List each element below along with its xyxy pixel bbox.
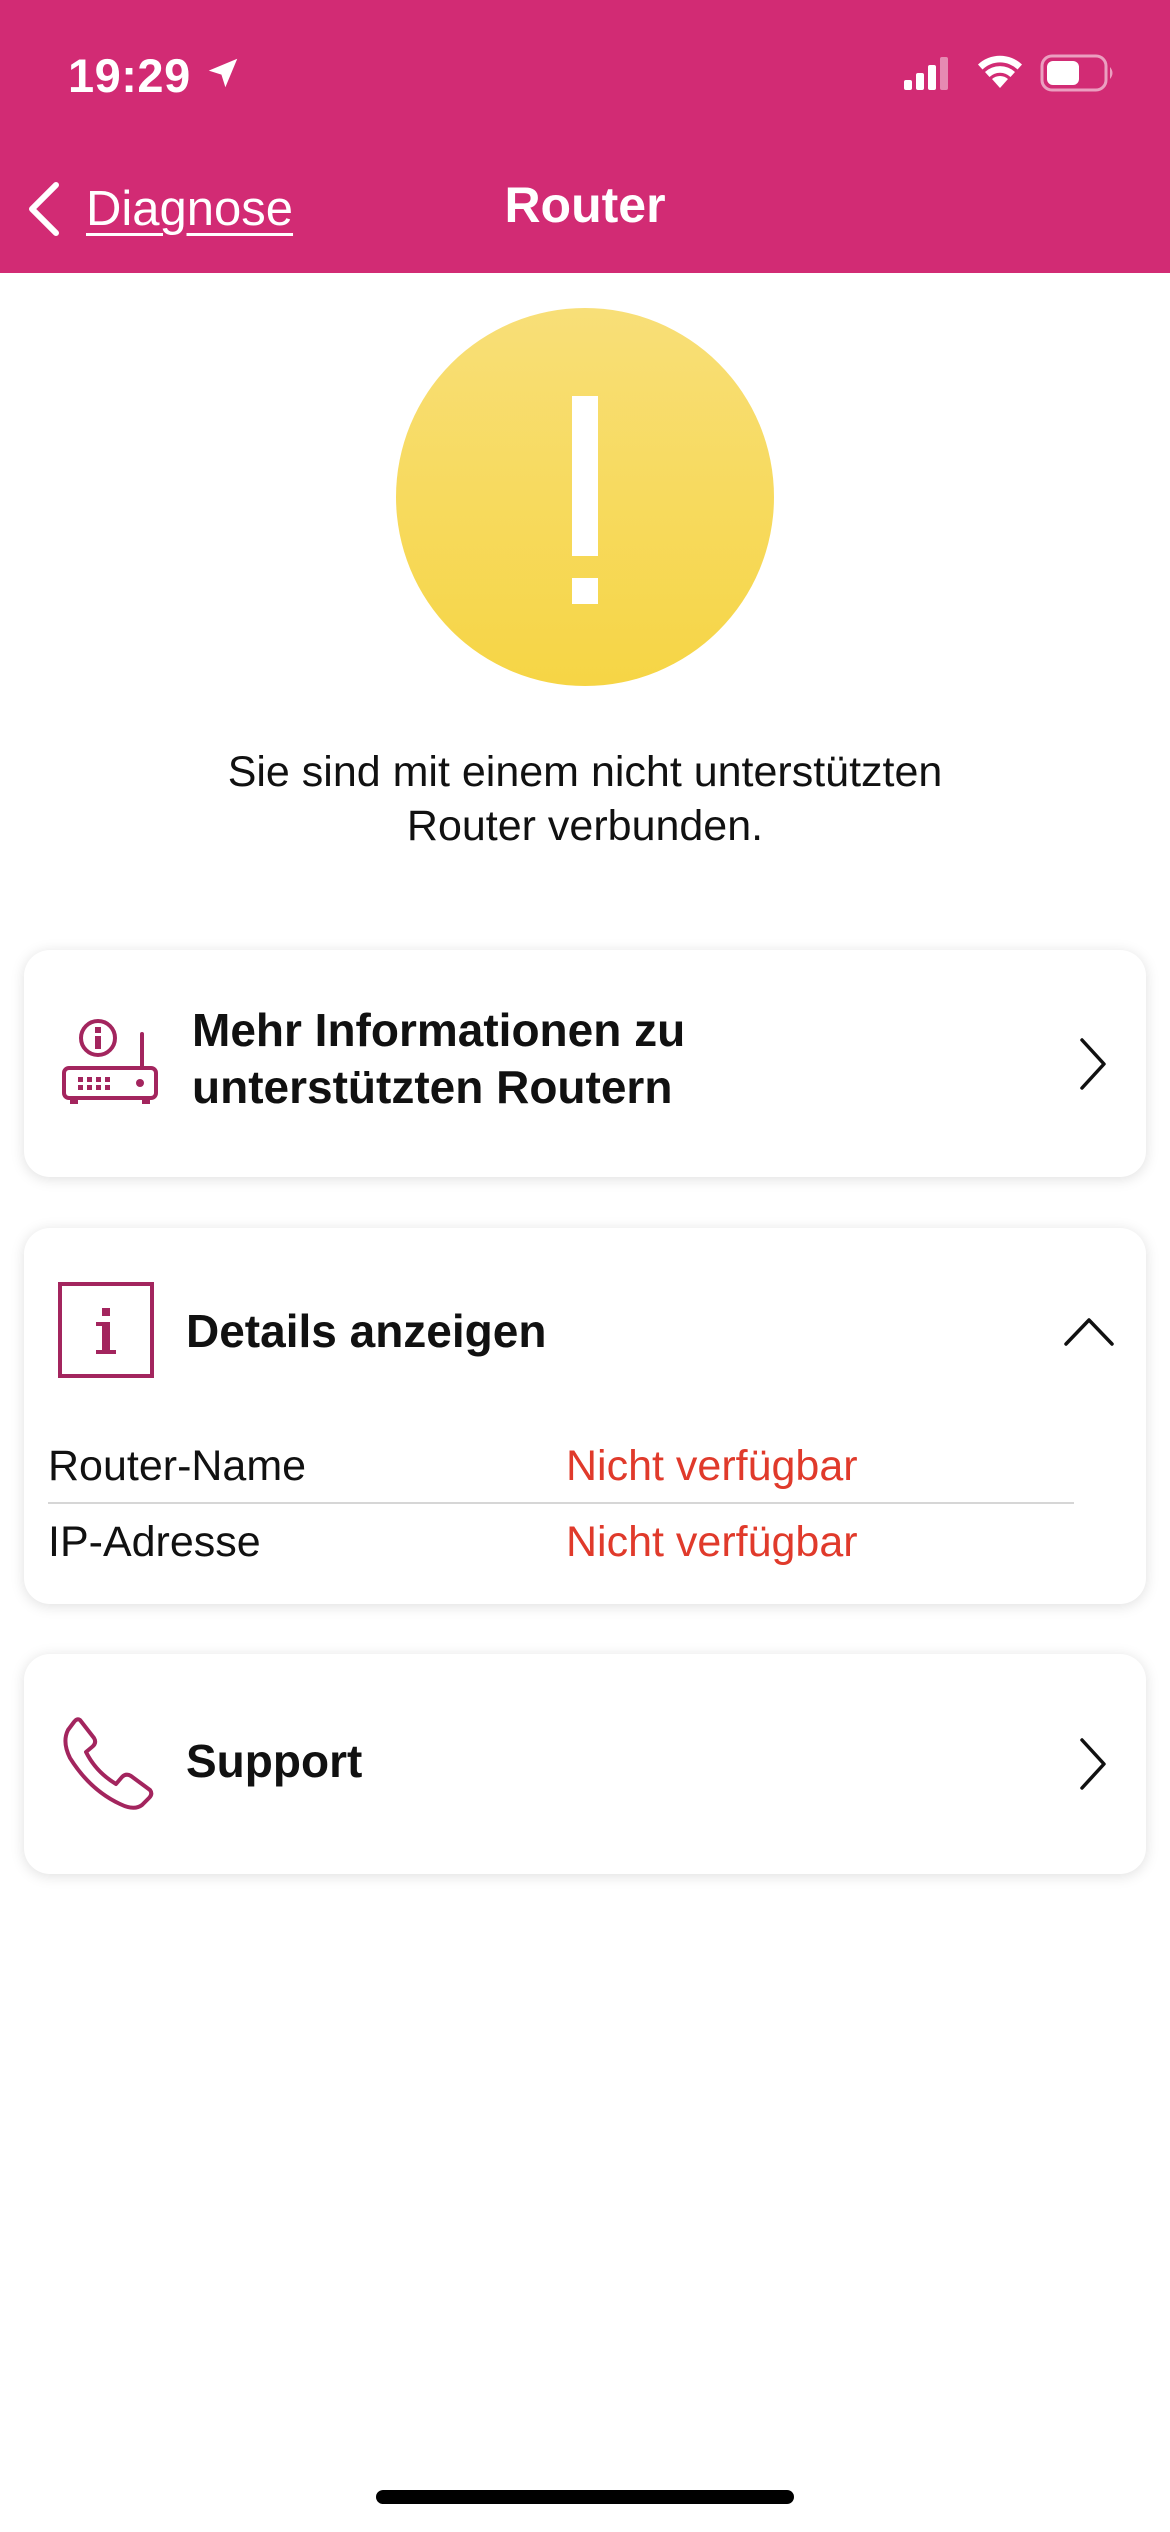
supported-routers-info-card[interactable]: Mehr Informationen zu unterstützten Rout… — [24, 950, 1146, 1177]
home-indicator[interactable] — [376, 2490, 794, 2504]
warning-badge — [396, 308, 774, 686]
status-message-line: Sie sind mit einem nicht unterstützten — [227, 748, 943, 796]
status-message-line: Router verbunden. — [406, 802, 764, 850]
chevron-up-icon — [1064, 1318, 1114, 1346]
chevron-right-icon — [1080, 1738, 1106, 1790]
detail-value: Nicht verfügbar — [566, 1442, 858, 1490]
wifi-icon — [978, 55, 1022, 88]
location-arrow-icon — [208, 58, 238, 88]
exclamation-icon — [572, 396, 598, 604]
status-bar: 19:29 — [0, 0, 1170, 150]
navigation-bar: Diagnose Router — [0, 150, 1170, 273]
info-card-title-line: Mehr Informationen zu — [192, 1004, 686, 1056]
battery-icon — [1040, 54, 1113, 92]
chevron-right-icon — [1080, 1038, 1106, 1090]
page-title: Router — [504, 177, 666, 233]
app-header: 19:29 Diagnose Router — [0, 0, 1170, 273]
detail-value: Nicht verfügbar — [566, 1518, 858, 1566]
router-info-icon — [62, 1019, 158, 1104]
details-title: Details anzeigen — [186, 1305, 547, 1357]
info-card-title: Mehr Informationen zu unterstützten Rout… — [192, 1002, 952, 1116]
phone-icon — [63, 1717, 154, 1810]
info-icon — [58, 1282, 154, 1378]
status-message: Sie sind mit einem nicht unterstützten R… — [120, 745, 1050, 853]
support-title: Support — [186, 1735, 363, 1787]
support-card[interactable]: Support — [24, 1654, 1146, 1874]
details-toggle[interactable]: Details anzeigen — [24, 1228, 1146, 1398]
detail-label: IP-Adresse — [48, 1518, 261, 1566]
info-card-title-line: unterstützten Routern — [192, 1061, 673, 1113]
detail-label: Router-Name — [48, 1442, 307, 1490]
detail-row-ip-address: IP-Adresse Nicht verfügbar — [48, 1506, 1074, 1580]
status-time: 19:29 — [68, 49, 191, 102]
detail-row-router-name: Router-Name Nicht verfügbar — [48, 1430, 1074, 1504]
cellular-signal-icon — [904, 57, 948, 90]
